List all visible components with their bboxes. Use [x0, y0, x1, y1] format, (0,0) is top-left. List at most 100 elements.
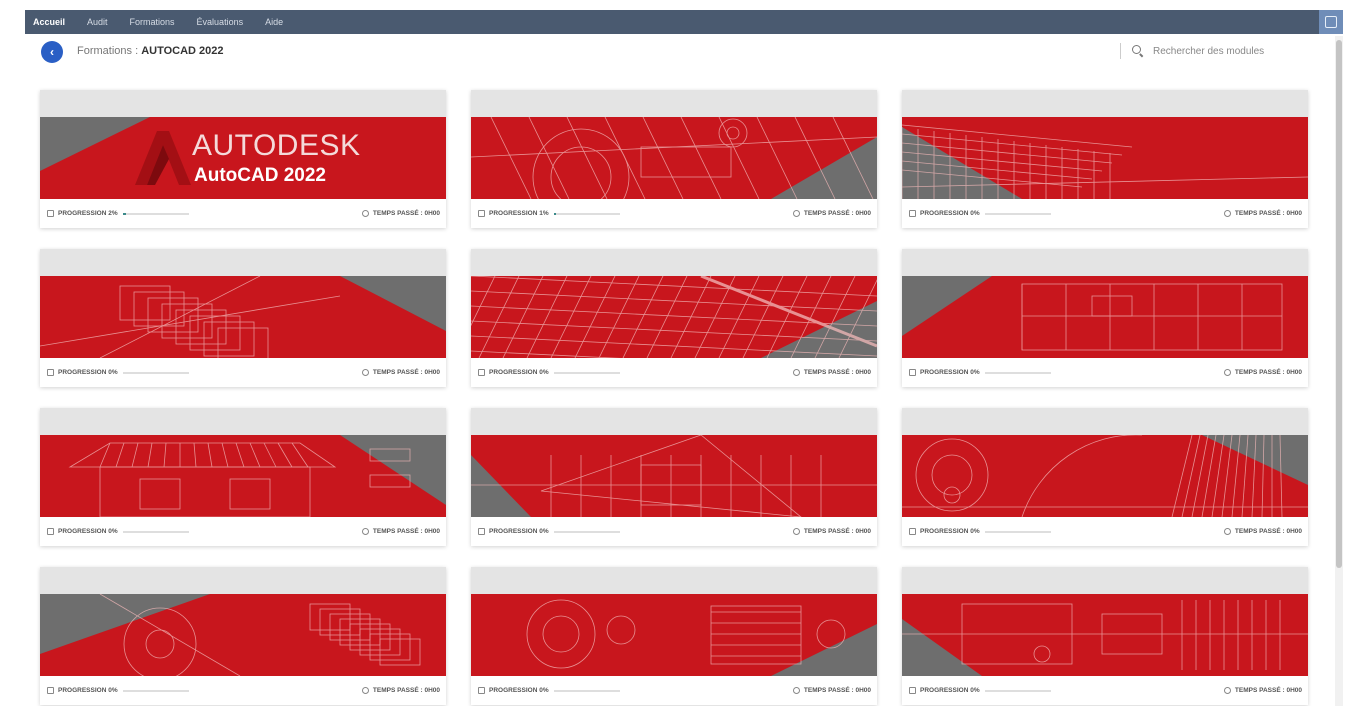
progress-value: 0% [970, 687, 980, 694]
card-title [471, 249, 877, 276]
book-icon [47, 687, 54, 694]
time-label: TEMPS PASSÉ : [1234, 687, 1285, 694]
time-label: TEMPS PASSÉ : [803, 210, 854, 217]
module-card[interactable]: PROGRESSION 0% TEMPS PASSÉ : 0h00 [471, 567, 877, 705]
progress-label: PROGRESSION [920, 369, 969, 376]
nav-item-2[interactable]: Formations [130, 17, 175, 27]
progress-value: 0% [108, 369, 118, 376]
breadcrumb-prefix: Formations : [77, 45, 142, 57]
progress-bar [122, 689, 189, 692]
module-card[interactable]: PROGRESSION 0% TEMPS PASSÉ : 0h00 [40, 567, 446, 705]
module-card[interactable]: PROGRESSION 1% TEMPS PASSÉ : 0h00 [471, 90, 877, 228]
progress-label: PROGRESSION [920, 687, 969, 694]
book-icon [478, 210, 485, 217]
module-card[interactable]: PROGRESSION 0% TEMPS PASSÉ : 0h00 [902, 249, 1308, 387]
progress-value: 0% [539, 687, 549, 694]
time-value: 0h00 [424, 369, 440, 376]
card-title [471, 90, 877, 117]
module-card[interactable]: PROGRESSION 0% TEMPS PASSÉ : 0h00 [40, 408, 446, 546]
time-value: 0h00 [424, 528, 440, 535]
progress-bar [984, 530, 1051, 533]
progress-bar [553, 212, 620, 215]
clock-icon [792, 210, 800, 217]
time-label: TEMPS PASSÉ : [372, 528, 423, 535]
nav-item-4[interactable]: Aide [265, 17, 283, 27]
vertical-scrollbar[interactable] [1335, 36, 1343, 706]
nav-item-0[interactable]: Accueil [33, 17, 65, 27]
fullscreen-icon[interactable] [1319, 10, 1343, 34]
card-title [40, 408, 446, 435]
card-footer: PROGRESSION 0% TEMPS PASSÉ : 0h00 [902, 199, 1308, 228]
time-label: TEMPS PASSÉ : [372, 687, 423, 694]
card-title [902, 249, 1308, 276]
progress-bar [553, 371, 620, 374]
module-card[interactable]: PROGRESSION 0% TEMPS PASSÉ : 0h00 [471, 249, 877, 387]
clock-icon [1223, 687, 1231, 694]
autocad-product-text: AutoCAD 2022 [194, 165, 326, 186]
progress-label: PROGRESSION [920, 210, 969, 217]
card-banner-image: AUTODESK AutoCAD 2022 [40, 117, 446, 199]
progress-bar [553, 530, 620, 533]
card-banner-image [471, 117, 877, 199]
card-footer: PROGRESSION 0% TEMPS PASSÉ : 0h00 [902, 676, 1308, 705]
progress-value: 0% [108, 687, 118, 694]
progress-label: PROGRESSION [58, 369, 107, 376]
progress-bar [122, 371, 189, 374]
time-label: TEMPS PASSÉ : [803, 687, 854, 694]
progress-label: PROGRESSION [489, 369, 538, 376]
progress-bar [984, 212, 1051, 215]
card-title [902, 90, 1308, 117]
card-footer: PROGRESSION 0% TEMPS PASSÉ : 0h00 [40, 517, 446, 546]
progress-value: 2% [108, 210, 118, 217]
autodesk-logo-text: AUTODESK [192, 129, 361, 162]
time-label: TEMPS PASSÉ : [803, 369, 854, 376]
search-divider [1120, 43, 1121, 59]
module-card[interactable]: PROGRESSION 0% TEMPS PASSÉ : 0h00 [902, 408, 1308, 546]
time-value: 0h00 [855, 687, 871, 694]
clock-icon [1223, 369, 1231, 376]
card-title [902, 408, 1308, 435]
time-label: TEMPS PASSÉ : [1234, 210, 1285, 217]
nav-item-3[interactable]: Évaluations [197, 17, 244, 27]
progress-label: PROGRESSION [58, 210, 107, 217]
module-card[interactable]: PROGRESSION 0% TEMPS PASSÉ : 0h00 [40, 249, 446, 387]
card-banner-image [902, 276, 1308, 358]
clock-icon [361, 687, 369, 694]
progress-value: 0% [539, 369, 549, 376]
module-card[interactable]: AUTODESK AutoCAD 2022 PROGRESSION 2% TEMPS … [40, 90, 446, 228]
book-icon [909, 210, 916, 217]
book-icon [47, 369, 54, 376]
module-card[interactable]: PROGRESSION 0% TEMPS PASSÉ : 0h00 [471, 408, 877, 546]
card-banner-image [471, 594, 877, 676]
progress-label: PROGRESSION [58, 528, 107, 535]
search-icon[interactable] [1132, 45, 1144, 58]
progress-label: PROGRESSION [489, 687, 538, 694]
book-icon [478, 369, 485, 376]
nav-item-1[interactable]: Audit [87, 17, 108, 27]
progress-label: PROGRESSION [489, 528, 538, 535]
progress-value: 0% [970, 210, 980, 217]
card-title [471, 408, 877, 435]
clock-icon [361, 210, 369, 217]
search-input[interactable] [1153, 41, 1323, 61]
page-header: ‹ Formations : AUTOCAD 2022 [25, 36, 1333, 68]
book-icon [47, 210, 54, 217]
card-banner-image [40, 435, 446, 517]
module-card[interactable]: PROGRESSION 0% TEMPS PASSÉ : 0h00 [902, 90, 1308, 228]
progress-label: PROGRESSION [489, 210, 538, 217]
card-footer: PROGRESSION 0% TEMPS PASSÉ : 0h00 [40, 358, 446, 387]
card-title [40, 90, 446, 117]
scrollbar-thumb[interactable] [1336, 40, 1342, 568]
book-icon [478, 528, 485, 535]
clock-icon [792, 687, 800, 694]
time-value: 0h00 [424, 210, 440, 217]
back-button[interactable]: ‹ [41, 41, 63, 63]
time-value: 0h00 [1286, 687, 1302, 694]
clock-icon [361, 369, 369, 376]
module-card[interactable]: PROGRESSION 0% TEMPS PASSÉ : 0h00 [902, 567, 1308, 705]
module-grid: AUTODESK AutoCAD 2022 PROGRESSION 2% TEMPS … [40, 90, 1308, 705]
progress-bar [122, 530, 189, 533]
card-footer: PROGRESSION 0% TEMPS PASSÉ : 0h00 [471, 676, 877, 705]
time-label: TEMPS PASSÉ : [1234, 528, 1285, 535]
card-footer: PROGRESSION 0% TEMPS PASSÉ : 0h00 [471, 358, 877, 387]
